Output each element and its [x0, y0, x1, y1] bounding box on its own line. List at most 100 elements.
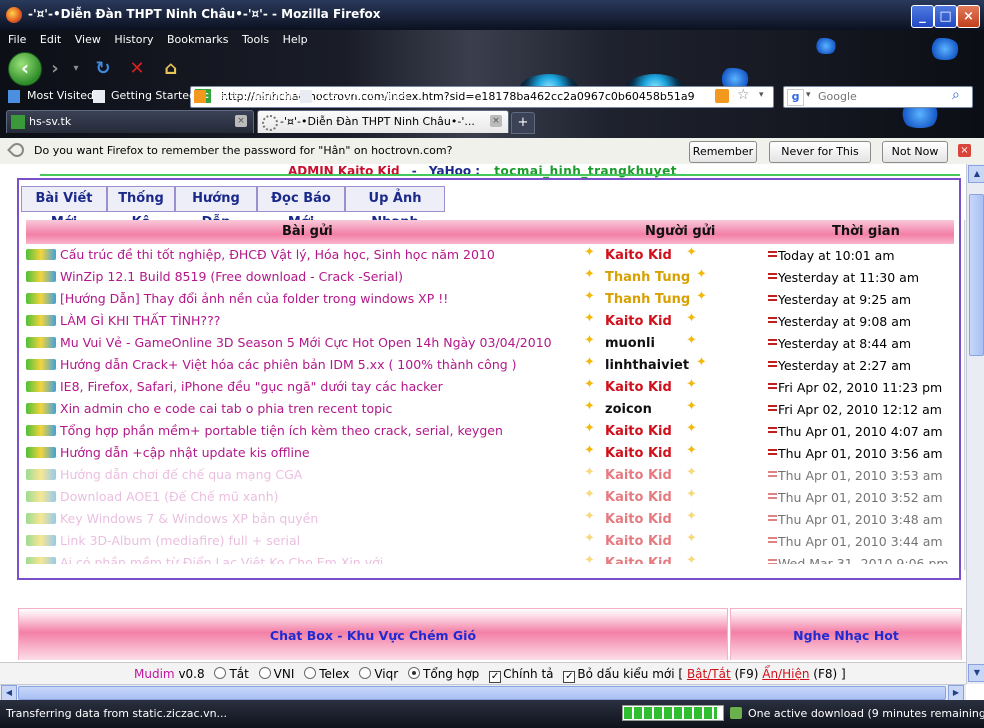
remember-button[interactable]: Remember — [689, 141, 757, 163]
topic-row[interactable]: Hướng dẫn +cập nhật update kis offline ✦ K… — [26, 442, 954, 464]
author-name[interactable]: Kaito Kid — [605, 446, 672, 461]
back-arrow-icon[interactable]: ‹ — [8, 52, 42, 86]
author-name[interactable]: Kaito Kid — [605, 424, 672, 439]
menu-history[interactable]: History — [114, 33, 153, 46]
topic-row[interactable]: Hướng dẫn Crack+ Việt hóa các phiên bản … — [26, 354, 954, 376]
maximize-button[interactable]: □ — [934, 5, 957, 28]
author-name[interactable]: Kaito Kid — [605, 380, 672, 395]
download-status[interactable]: One active download (9 minutes remaining… — [748, 707, 984, 720]
option-off-label[interactable]: Tắt — [229, 667, 248, 681]
topic-row[interactable]: Cấu trúc đề thi tốt nghiệp, ĐHCĐ Vật lý,… — [26, 244, 954, 266]
radio-telex[interactable] — [304, 667, 317, 679]
author-name[interactable]: Kaito Kid — [605, 490, 672, 505]
scroll-up-arrow-icon[interactable]: ▲ — [968, 165, 984, 183]
topic-link[interactable]: IE8, Firefox, Safari, iPhone đều "gục ng… — [60, 379, 443, 394]
author-name[interactable]: Kaito Kid — [605, 556, 672, 564]
menu-bookmarks[interactable]: Bookmarks — [167, 33, 228, 46]
topic-row[interactable]: Key Windows 7 & Windows XP bản quyền ✦ Kai… — [26, 508, 954, 530]
topic-row[interactable]: [Hướng Dẫn] Thay đổi ảnh nền của folder … — [26, 288, 954, 310]
topic-link[interactable]: Link 3D-Album (mediafire) full + serial — [60, 533, 300, 548]
topic-link[interactable]: Hướng dẫn Crack+ Việt hóa các phiên bản … — [60, 357, 517, 372]
page-vertical-scrollbar[interactable]: ▲ ▼ — [966, 164, 984, 684]
reload-icon[interactable]: ↻ — [92, 58, 114, 80]
topic-link[interactable]: LÀM GÌ KHI THẤT TÌNH??? — [60, 313, 220, 328]
tab-statistics[interactable]: Thống Kê — [107, 186, 175, 230]
topic-link[interactable]: Tổng hợp phần mềm+ portable tiện ích kèm… — [60, 423, 503, 438]
topic-row[interactable]: Link 3D-Album (mediafire) full + serial ✦… — [26, 530, 954, 552]
tab-read-news[interactable]: Đọc Báo Mới — [257, 186, 345, 230]
google-logo-icon[interactable]: g — [787, 89, 804, 106]
topic-link[interactable]: Hướng dẫn +cập nhật update kis offline — [60, 445, 310, 460]
close-tab-icon[interactable]: × — [235, 115, 247, 127]
tab-dien-dan-active[interactable]: -'¤'-•Diễn Đàn THPT Ninh Châu•-'... × — [257, 110, 509, 133]
radio-tong-hop-selected[interactable] — [408, 667, 421, 679]
scroll-right-arrow-icon[interactable]: ▶ — [948, 685, 964, 701]
page-horizontal-scrollbar[interactable]: ◀ ▶ — [0, 684, 966, 701]
author-name[interactable]: Kaito Kid — [605, 248, 672, 263]
bookmark-customize-links[interactable]: Customize Links — [318, 89, 408, 102]
scroll-left-arrow-icon[interactable]: ◀ — [1, 685, 17, 701]
topic-link[interactable]: Cấu trúc đề thi tốt nghiệp, ĐHCĐ Vật lý,… — [60, 247, 495, 262]
forward-arrow-icon[interactable]: › — [44, 58, 66, 80]
tab-upload-image[interactable]: Up Ảnh Nhanh — [345, 186, 445, 230]
radio-vni[interactable] — [258, 667, 271, 679]
hscroll-thumb[interactable] — [18, 686, 946, 700]
history-dropdown-icon[interactable]: ▾ — [65, 58, 87, 80]
close-tab-icon[interactable]: × — [490, 115, 502, 127]
topic-link[interactable]: Download AOE1 (Đế Chế mũ xanh) — [60, 489, 279, 504]
option-viqr-label[interactable]: Viqr — [374, 667, 398, 681]
author-name[interactable]: Kaito Kid — [605, 468, 672, 483]
topic-row[interactable]: LÀM GÌ KHI THẤT TÌNH??? ✦ Kaito Kid ✦ Yester… — [26, 310, 954, 332]
rss-feed-icon[interactable] — [715, 89, 729, 103]
topic-link[interactable]: WinZip 12.1 Build 8519 (Free download - … — [60, 269, 403, 284]
new-accent-label[interactable]: Bỏ dấu kiểu mới — [577, 667, 674, 681]
bookmark-star-icon[interactable]: ☆ — [737, 87, 750, 103]
author-name[interactable]: Kaito Kid — [605, 534, 672, 549]
spelling-label[interactable]: Chính tả — [503, 667, 553, 681]
author-name[interactable]: Thanh Tung — [605, 292, 690, 307]
radio-viqr[interactable] — [359, 667, 372, 679]
home-icon[interactable]: ⌂ — [160, 58, 182, 80]
topic-row[interactable]: Hướng dẫn chơi đế chế qua mạng CGA ✦ Kaito… — [26, 464, 954, 486]
topic-row[interactable]: Ai có phần mềm từ Điển Lạc Việt Ko Cho E… — [26, 552, 954, 564]
toggle-link[interactable]: Bật/Tắt — [687, 667, 731, 681]
tab-guides[interactable]: Hướng Dẫn — [175, 186, 257, 230]
author-name[interactable]: muonli — [605, 336, 655, 351]
menu-file[interactable]: File — [8, 33, 26, 46]
radio-off[interactable] — [214, 667, 227, 679]
new-tab-button[interactable]: + — [511, 112, 535, 134]
bookmark-most-visited[interactable]: Most Visited — [27, 89, 94, 102]
search-box[interactable]: g ▾ ⌕ — [783, 86, 973, 108]
topic-row[interactable]: IE8, Firefox, Safari, iPhone đều "gục ng… — [26, 376, 954, 398]
stop-icon[interactable]: ✕ — [126, 58, 148, 80]
minimize-button[interactable]: _ — [911, 5, 934, 28]
menu-edit[interactable]: Edit — [40, 33, 61, 46]
search-input[interactable] — [816, 88, 950, 105]
close-notification-icon[interactable]: × — [958, 144, 971, 157]
author-name[interactable]: Thanh Tung — [605, 270, 690, 285]
topic-link[interactable]: [Hướng Dẫn] Thay đổi ảnh nền của folder … — [60, 291, 448, 306]
option-vni-label[interactable]: VNI — [274, 667, 295, 681]
topic-row[interactable]: Tổng hợp phần mềm+ portable tiện ích kèm… — [26, 420, 954, 442]
scroll-down-arrow-icon[interactable]: ▼ — [968, 664, 984, 682]
author-name[interactable]: zoicon — [605, 402, 652, 417]
topic-link[interactable]: Key Windows 7 & Windows XP bản quyền — [60, 511, 318, 526]
search-engine-dropdown-icon[interactable]: ▾ — [806, 90, 811, 100]
search-icon[interactable]: ⌕ — [952, 87, 960, 103]
topic-link[interactable]: Mu Vui Vẻ - GameOnline 3D Season 5 Mới C… — [60, 335, 552, 350]
topic-row[interactable]: WinZip 12.1 Build 8519 (Free download - … — [26, 266, 954, 288]
topic-link[interactable]: Hướng dẫn chơi đế chế qua mạng CGA — [60, 467, 302, 482]
bookmark-getting-started[interactable]: Getting Started — [111, 89, 196, 102]
option-tong-hop-label[interactable]: Tổng hợp — [423, 667, 479, 681]
menu-tools[interactable]: Tools — [242, 33, 269, 46]
bookmark-latest-headlines[interactable]: Latest Headlines — [212, 89, 304, 102]
showhide-link[interactable]: Ẩn/Hiện — [762, 667, 809, 681]
topic-row[interactable]: Xin admin cho e code cai tab o phia tren… — [26, 398, 954, 420]
checkbox-new-accent[interactable]: ✓ — [563, 671, 576, 683]
author-name[interactable]: Kaito Kid — [605, 512, 672, 527]
menu-help[interactable]: Help — [283, 33, 308, 46]
topic-link[interactable]: Ai có phần mềm từ Điển Lạc Việt Ko Cho E… — [60, 555, 383, 564]
topic-link[interactable]: Xin admin cho e code cai tab o phia tren… — [60, 401, 392, 416]
author-name[interactable]: Kaito Kid — [605, 314, 672, 329]
scroll-thumb[interactable] — [969, 194, 984, 356]
